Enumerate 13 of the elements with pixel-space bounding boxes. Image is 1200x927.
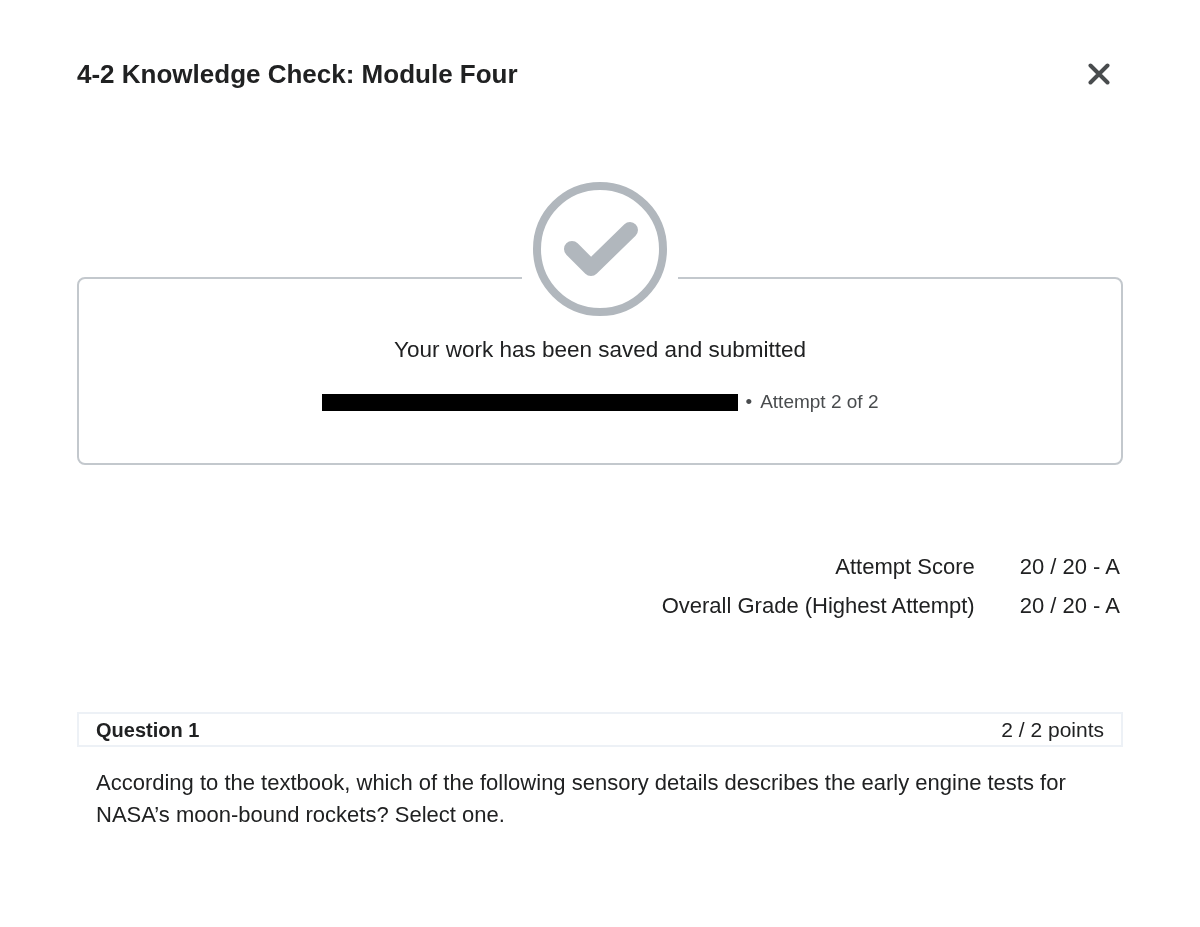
close-button[interactable] bbox=[1087, 62, 1111, 86]
score-value: 20 / 20 - A bbox=[1019, 592, 1120, 620]
question-text: According to the textbook, which of the following sensory details describes the early engine tests for NASA’s moon-bound rockets? Select one. bbox=[95, 769, 1067, 829]
dialog-title: 4-2 Knowledge Check: Module Four bbox=[77, 58, 518, 90]
close-icon bbox=[1088, 63, 1110, 85]
score-label: Overall Grade (Highest Attempt) bbox=[661, 592, 975, 620]
separator-dot: • bbox=[745, 390, 753, 414]
attempt-count: Attempt 2 of 2 bbox=[760, 390, 879, 414]
score-value: 20 / 20 - A bbox=[1019, 553, 1120, 581]
submission-message: Your work has been saved and submitted bbox=[394, 336, 806, 364]
score-label: Attempt Score bbox=[834, 553, 975, 581]
question-points: 2 / 2 points bbox=[1001, 716, 1104, 743]
question-title: Question 1 bbox=[96, 717, 200, 743]
